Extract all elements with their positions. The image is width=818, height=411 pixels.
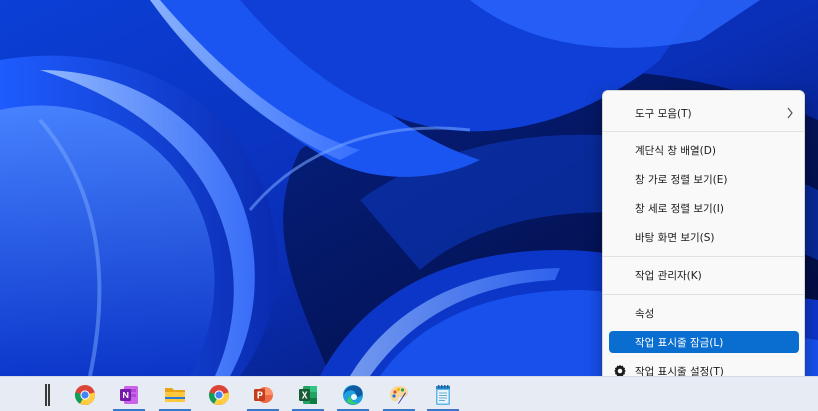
menu-item-toolbars[interactable]: 도구 모음(T) (609, 102, 799, 124)
desktop: 도구 모음(T) 계단식 창 배열(D) 창 가로 정렬 보기(E) 창 세로 … (0, 0, 818, 411)
menu-item-label: 작업 관리자(K) (635, 270, 702, 282)
edge-icon (343, 385, 363, 405)
menu-item-properties[interactable]: 속성 (609, 302, 799, 324)
menu-item-label: 계단식 창 배열(D) (635, 145, 716, 157)
paint-icon (390, 386, 408, 404)
taskbar (0, 376, 818, 411)
taskbar-app-file-explorer[interactable] (156, 379, 194, 411)
powerpoint-icon (254, 387, 273, 403)
folder-icon (165, 388, 185, 402)
menu-item-label: 바탕 화면 보기(S) (635, 232, 715, 244)
chrome-icon (74, 385, 96, 406)
menu-item-label: 창 세로 정렬 보기(I) (635, 203, 724, 215)
notepad-icon (436, 385, 450, 405)
taskbar-app-paint[interactable] (380, 379, 418, 411)
chevron-right-icon (787, 107, 793, 119)
menu-item-show-windows-side-by-side[interactable]: 창 세로 정렬 보기(I) (609, 197, 799, 219)
menu-item-label: 작업 표시줄 잠금(L) (635, 337, 724, 349)
taskbar-app-onenote[interactable] (110, 379, 148, 411)
menu-separator (603, 131, 804, 132)
taskbar-drag-handle[interactable] (45, 384, 51, 406)
menu-item-show-desktop[interactable]: 바탕 화면 보기(S) (609, 226, 799, 248)
taskbar-app-edge[interactable] (334, 379, 372, 411)
menu-item-label: 속성 (635, 308, 655, 320)
taskbar-app-chrome[interactable] (200, 379, 238, 410)
menu-item-lock-taskbar[interactable]: 작업 표시줄 잠금(L) (609, 331, 799, 353)
taskbar-app-powerpoint[interactable] (244, 379, 282, 411)
taskbar-app-excel[interactable] (289, 379, 327, 411)
onenote-icon (120, 386, 138, 404)
menu-item-cascade-windows[interactable]: 계단식 창 배열(D) (609, 139, 799, 161)
menu-item-task-manager[interactable]: 작업 관리자(K) (609, 264, 799, 286)
taskbar-app-notepad[interactable] (424, 379, 462, 411)
chrome-icon (208, 385, 230, 406)
menu-item-show-windows-stacked[interactable]: 창 가로 정렬 보기(E) (609, 168, 799, 190)
menu-separator (603, 256, 804, 257)
excel-icon (299, 386, 317, 404)
taskbar-context-menu: 도구 모음(T) 계단식 창 배열(D) 창 가로 정렬 보기(E) 창 세로 … (602, 90, 805, 388)
menu-item-label: 도구 모음(T) (635, 108, 692, 120)
menu-item-label: 창 가로 정렬 보기(E) (635, 174, 728, 186)
menu-separator (603, 294, 804, 295)
taskbar-app-chrome[interactable] (66, 379, 104, 410)
